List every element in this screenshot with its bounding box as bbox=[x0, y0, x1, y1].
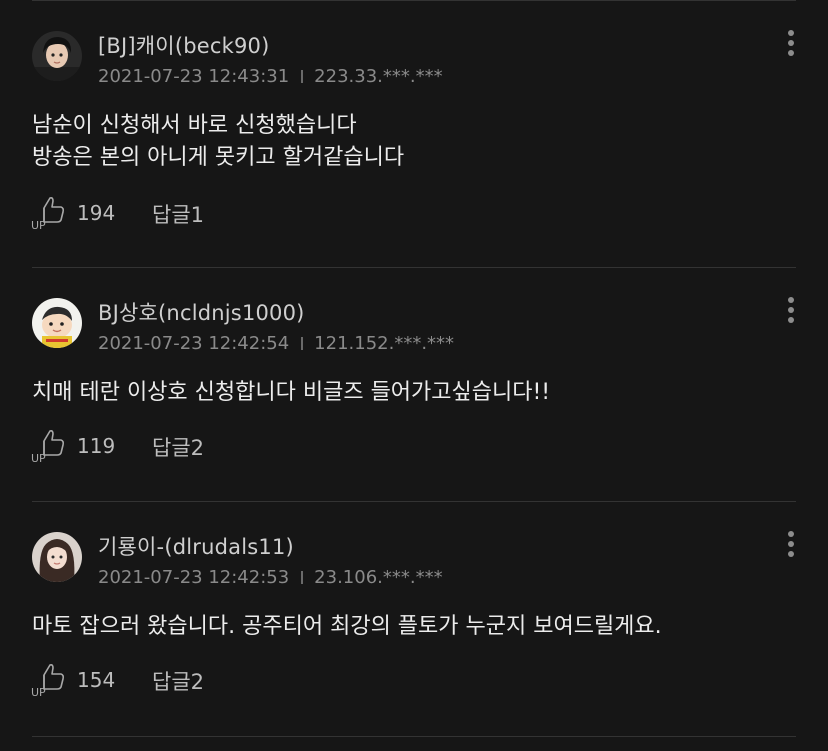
meta-separator bbox=[301, 337, 304, 350]
comment-actions: UP 119 답글2 bbox=[30, 425, 430, 465]
thumbs-up-icon: UP bbox=[31, 197, 65, 230]
comment-actions: UP 194 답글1 bbox=[30, 192, 430, 232]
more-vertical-icon bbox=[788, 531, 794, 537]
svg-text:UP: UP bbox=[31, 686, 46, 697]
more-options-button[interactable] bbox=[780, 531, 802, 565]
comment-author[interactable]: 기룡이-(dlrudals11) bbox=[98, 531, 294, 561]
comment-meta: 2021-07-23 12:43:31 223.33.***.*** bbox=[98, 66, 443, 87]
svg-text:UP: UP bbox=[31, 452, 46, 463]
comment-item: 기룡이-(dlrudals11) 2021-07-23 12:42:53 23.1… bbox=[0, 501, 828, 735]
comment-body: 치매 테란 이상호 신청합니다 비글즈 들어가고싶습니다!! bbox=[32, 377, 792, 409]
comment-line: 치매 테란 이상호 신청합니다 비글즈 들어가고싶습니다!! bbox=[32, 380, 551, 405]
comment-ip: 121.152.***.*** bbox=[314, 333, 455, 354]
comment-body: 마토 잡으러 왔습니다. 공주티어 최강의 플토가 누군지 보여드릴게요. bbox=[32, 611, 792, 643]
reply-button[interactable]: 답글1 bbox=[152, 199, 204, 229]
up-count: 194 bbox=[77, 201, 116, 225]
avatar[interactable] bbox=[32, 532, 82, 582]
up-button[interactable]: UP 119 bbox=[30, 425, 120, 465]
thumbs-up-icon: UP bbox=[31, 430, 65, 463]
svg-text:UP: UP bbox=[31, 219, 46, 230]
avatar-image-icon bbox=[32, 298, 82, 348]
reply-button[interactable]: 답글2 bbox=[152, 432, 204, 462]
comment-body: 남순이 신청해서 바로 신청했습니다 방송은 본의 아니게 못키고 할거같습니다 bbox=[32, 110, 792, 174]
more-vertical-icon bbox=[788, 297, 794, 303]
up-count: 154 bbox=[77, 668, 116, 692]
avatar-image-icon bbox=[32, 31, 82, 81]
more-options-button[interactable] bbox=[780, 30, 802, 64]
up-button[interactable]: UP 194 bbox=[30, 192, 120, 232]
comment-line: 방송은 본의 아니게 못키고 할거같습니다 bbox=[32, 145, 405, 170]
comment-ip: 23.106.***.*** bbox=[314, 567, 443, 588]
meta-separator bbox=[301, 70, 304, 83]
comment-line: 남순이 신청해서 바로 신청했습니다 bbox=[32, 113, 357, 138]
up-count: 119 bbox=[77, 434, 116, 458]
more-options-button[interactable] bbox=[780, 297, 802, 331]
thumbs-up-icon: UP bbox=[31, 664, 65, 697]
comment-divider bbox=[32, 736, 796, 737]
comment-item: [BJ]캐이(beck90) 2021-07-23 12:43:31 223.33… bbox=[0, 0, 828, 234]
comment-date: 2021-07-23 12:42:54 bbox=[98, 333, 290, 354]
comment-item: BJ상호(ncldnjs1000) 2021-07-23 12:42:54 121… bbox=[0, 267, 828, 501]
avatar-image-icon bbox=[32, 532, 82, 582]
reply-button[interactable]: 답글2 bbox=[152, 666, 204, 696]
comment-line: 마토 잡으러 왔습니다. 공주티어 최강의 플토가 누군지 보여드릴게요. bbox=[32, 614, 662, 639]
comment-actions: UP 154 답글2 bbox=[30, 659, 430, 699]
up-button[interactable]: UP 154 bbox=[30, 659, 120, 699]
more-vertical-icon bbox=[788, 30, 794, 36]
comment-author[interactable]: BJ상호(ncldnjs1000) bbox=[98, 297, 305, 327]
comment-meta: 2021-07-23 12:42:53 23.106.***.*** bbox=[98, 567, 443, 588]
comment-ip: 223.33.***.*** bbox=[314, 66, 443, 87]
comment-date: 2021-07-23 12:42:53 bbox=[98, 567, 290, 588]
comment-date: 2021-07-23 12:43:31 bbox=[98, 66, 290, 87]
avatar[interactable] bbox=[32, 31, 82, 81]
comment-author[interactable]: [BJ]캐이(beck90) bbox=[98, 30, 270, 60]
meta-separator bbox=[301, 571, 304, 584]
comment-meta: 2021-07-23 12:42:54 121.152.***.*** bbox=[98, 333, 454, 354]
avatar[interactable] bbox=[32, 298, 82, 348]
